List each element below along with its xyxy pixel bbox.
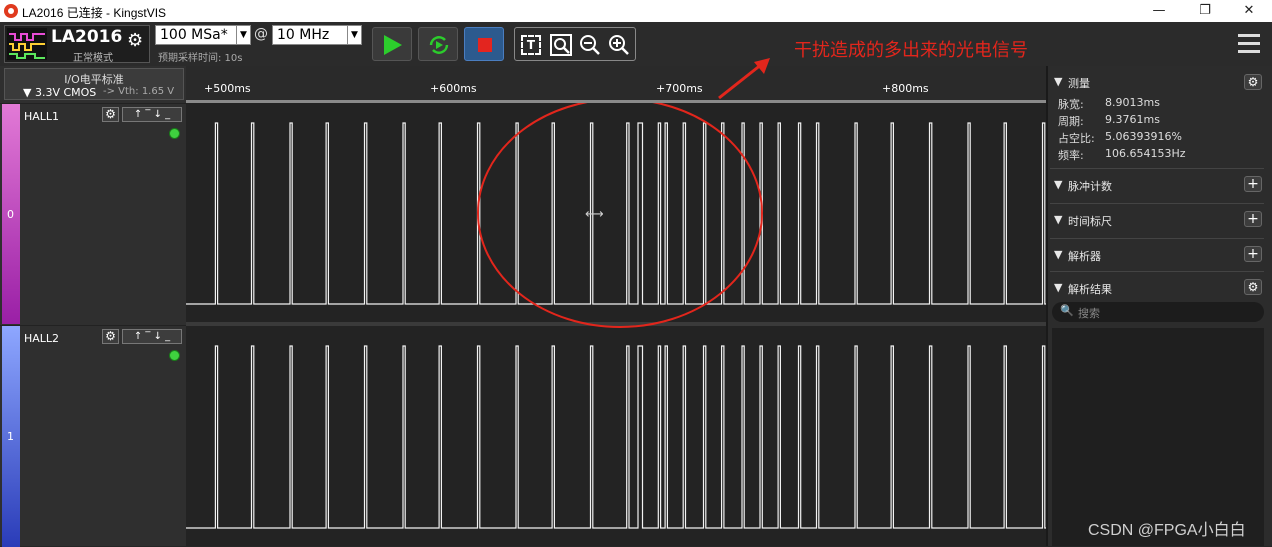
ruler-tick-label: +500ms — [204, 82, 251, 95]
status-led-icon — [169, 128, 180, 139]
close-button[interactable]: ✕ — [1226, 0, 1272, 22]
time-ruler-title: 时间标尺 — [1068, 215, 1112, 228]
measurement-settings-gear-icon[interactable]: ⚙ — [1244, 74, 1262, 90]
device-panel[interactable]: LA2016 正常模式 ⚙ — [4, 25, 150, 64]
chevron-down-icon: ▼ — [347, 26, 361, 44]
restore-button[interactable]: ❐ — [1182, 0, 1228, 22]
add-pulse-count-icon[interactable]: + — [1244, 176, 1262, 192]
measure-freq-label: 频率: — [1058, 149, 1084, 162]
zoom-out-icon[interactable] — [579, 34, 601, 56]
trigger-mode-icon[interactable]: ↑ ‾ ↓ _ — [122, 107, 182, 122]
annotation-arrow — [718, 58, 770, 100]
channel-settings-gear-icon[interactable]: ⚙ — [102, 107, 119, 122]
channel-settings-gear-icon[interactable]: ⚙ — [102, 329, 119, 344]
waveform-canvas[interactable]: ⟷ — [186, 103, 1046, 546]
measure-pulse-width-value: 8.9013ms — [1105, 96, 1160, 109]
measure-duty-value: 5.06393916% — [1105, 130, 1182, 143]
search-input[interactable]: 🔍 搜索 — [1052, 302, 1264, 322]
app-logo-icon — [4, 4, 18, 18]
text-tool-icon[interactable]: T — [521, 35, 541, 55]
divider — [1050, 168, 1264, 169]
start-button[interactable] — [372, 27, 412, 61]
collapse-icon: ▼ — [1054, 178, 1063, 191]
measure-period-label: 周期: — [1058, 115, 1084, 128]
annotation-text: 干扰造成的多出来的光电信号 — [794, 40, 1028, 61]
estimate-label: 预期采样时间: 10s — [158, 53, 243, 64]
pulse-count-title: 脉冲计数 — [1068, 180, 1112, 193]
title-bar: LA2016 已连接 - KingstVIS — ❐ ✕ — [0, 0, 1272, 22]
resize-cursor-icon: ⟷ — [585, 207, 604, 222]
io-standard-box[interactable]: I/O电平标准 ▼ 3.3V CMOS -> Vth: 1.65 V — [4, 68, 184, 100]
add-time-ruler-icon[interactable]: + — [1244, 211, 1262, 227]
pulse-count-section[interactable]: ▼ 脉冲计数 + — [1050, 175, 1266, 201]
sample-freq-select[interactable]: 10 MHz ▼ — [272, 25, 362, 45]
stop-icon — [478, 38, 492, 52]
divider — [1050, 238, 1264, 239]
channel-name: HALL2 — [24, 332, 60, 345]
io-standard-value: ▼ 3.3V CMOS — [23, 86, 97, 99]
sample-rate-select[interactable]: 100 MSa* ▼ — [155, 25, 251, 45]
collapse-icon: ▼ — [1054, 75, 1063, 88]
collapse-icon: ▼ — [1054, 213, 1063, 226]
measurement-title: 测量 — [1068, 77, 1090, 90]
play-icon — [384, 35, 402, 55]
ruler-tick-label: +700ms — [656, 82, 703, 95]
measure-period-value: 9.3761ms — [1105, 113, 1160, 126]
collapse-icon: ▼ — [1054, 281, 1063, 294]
watermark: CSDN @FPGA小白白 — [1088, 522, 1246, 539]
sample-freq-value: 10 MHz — [277, 27, 330, 43]
toolbar: LA2016 正常模式 ⚙ 100 MSa* ▼ @ 10 MHz ▼ 预期采样… — [0, 22, 1272, 66]
device-mode: 正常模式 — [73, 53, 113, 64]
measure-freq-value: 106.654153Hz — [1105, 147, 1186, 160]
stop-button[interactable] — [464, 27, 504, 61]
decoder-title: 解析器 — [1068, 250, 1101, 263]
search-icon: 🔍 — [1060, 304, 1074, 317]
search-placeholder: 搜索 — [1078, 307, 1100, 320]
measurement-section[interactable]: ▼ 测量 ⚙ — [1050, 72, 1266, 98]
channel-index: 0 — [7, 208, 14, 221]
measure-duty-label: 占空比: — [1058, 132, 1095, 145]
channel-index: 1 — [7, 430, 14, 443]
minimize-button[interactable]: — — [1136, 0, 1182, 22]
channel-name: HALL1 — [24, 110, 60, 123]
decoder-section[interactable]: ▼ 解析器 + — [1050, 245, 1266, 271]
trigger-mode-icon[interactable]: ↑ ‾ ↓ _ — [122, 329, 182, 344]
decode-results-title: 解析结果 — [1068, 283, 1112, 296]
loop-play-icon — [429, 36, 449, 54]
io-standard-title: I/O电平标准 — [64, 73, 124, 86]
channel-row-hall1[interactable]: 0 HALL1 ⚙ ↑ ‾ ↓ _ — [0, 103, 186, 324]
divider — [1050, 203, 1264, 204]
collapse-icon: ▼ — [1054, 248, 1063, 261]
device-settings-gear-icon[interactable]: ⚙ — [127, 30, 143, 51]
hamburger-icon[interactable] — [1238, 34, 1260, 54]
device-name: LA2016 — [51, 27, 123, 47]
divider — [1050, 271, 1264, 272]
add-decoder-icon[interactable]: + — [1244, 246, 1262, 262]
channel-row-hall2[interactable]: 1 HALL2 ⚙ ↑ ‾ ↓ _ — [0, 325, 186, 547]
measure-pulse-width-label: 脉宽: — [1058, 98, 1084, 111]
device-waveform-icon — [7, 28, 47, 60]
at-symbol: @ — [254, 26, 268, 42]
sample-rate-value: 100 MSa* — [160, 27, 228, 43]
status-led-icon — [169, 350, 180, 361]
loop-start-button[interactable] — [418, 27, 458, 61]
time-ruler-section[interactable]: ▼ 时间标尺 + — [1050, 210, 1266, 236]
window-title: LA2016 已连接 - KingstVIS — [22, 6, 167, 20]
chevron-down-icon: ▼ — [236, 26, 250, 44]
ruler-tick-label: +800ms — [882, 82, 929, 95]
zoom-in-icon[interactable] — [608, 34, 630, 56]
decode-results-section[interactable]: ▼ 解析结果 ⚙ — [1050, 278, 1266, 304]
ruler-tick-label: +600ms — [430, 82, 477, 95]
time-ruler[interactable]: +500ms +600ms +700ms +800ms — [186, 66, 1046, 103]
decode-results-settings-gear-icon[interactable]: ⚙ — [1244, 279, 1262, 295]
view-tools-group: T — [514, 27, 636, 61]
decode-results-list[interactable] — [1052, 328, 1264, 546]
zoom-fit-icon[interactable] — [550, 34, 572, 56]
io-vth: -> Vth: 1.65 V — [103, 86, 175, 97]
